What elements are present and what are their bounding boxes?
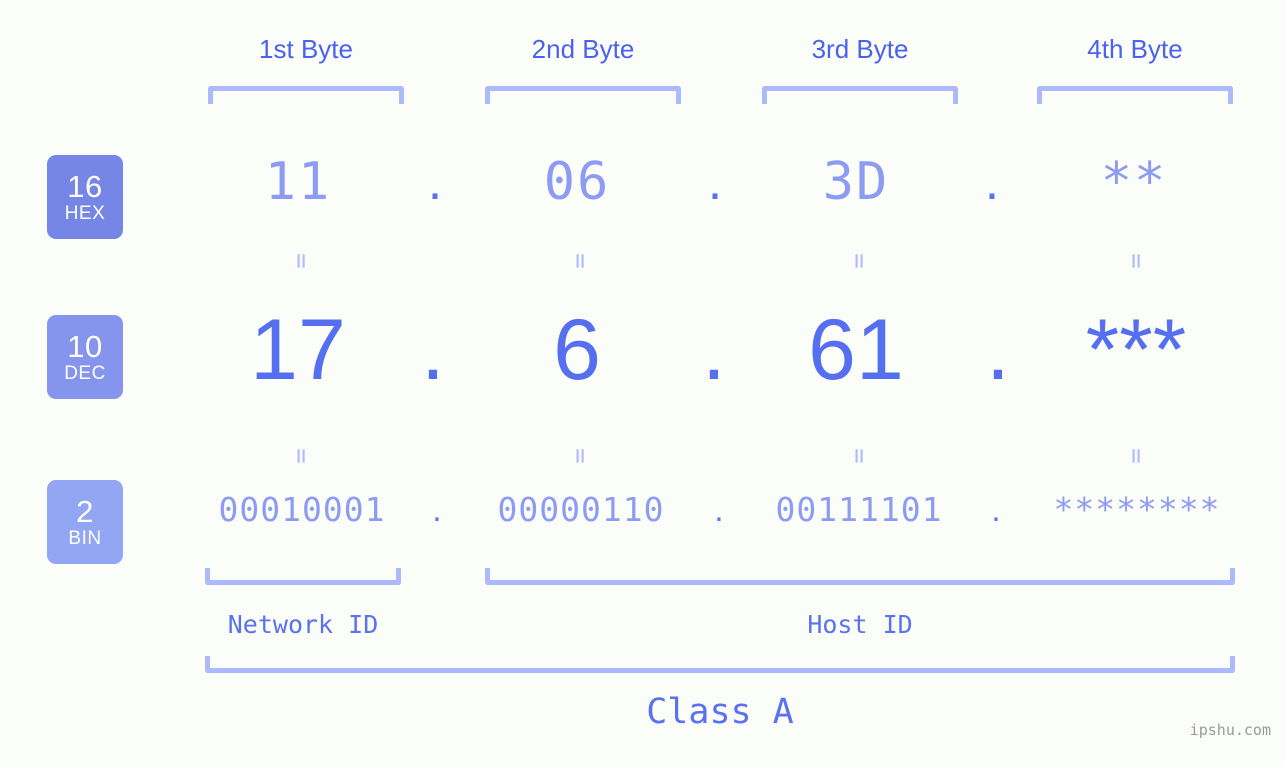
byte-bracket-3 xyxy=(762,86,958,104)
base-badge-dec-label: DEC xyxy=(64,363,106,384)
hex-separator-2: . xyxy=(707,153,723,211)
base-badge-dec: 10 DEC xyxy=(47,315,123,399)
class-bracket xyxy=(205,656,1235,673)
bin-value-byte-3: 00111101 xyxy=(775,490,943,529)
byte-bracket-2 xyxy=(485,86,681,104)
base-badge-hex-number: 16 xyxy=(67,169,103,204)
bin-separator-1: . xyxy=(432,491,442,528)
dec-separator-1: . xyxy=(421,302,445,398)
network-id-label: Network ID xyxy=(227,610,379,639)
base-badge-bin: 2 BIN xyxy=(47,480,123,564)
byte-bracket-1 xyxy=(208,86,404,104)
base-badge-hex-label: HEX xyxy=(64,203,106,224)
network-id-bracket xyxy=(205,568,401,585)
byte-header-3: 3rd Byte xyxy=(811,34,909,64)
byte-header-4: 4th Byte xyxy=(1087,34,1183,64)
base-badge-dec-number: 10 xyxy=(67,329,103,364)
byte-bracket-4 xyxy=(1037,86,1233,104)
bin-separator-3: . xyxy=(991,491,1001,528)
dec-separator-3: . xyxy=(986,302,1010,398)
hex-separator-1: . xyxy=(427,153,443,211)
bin-separator-2: . xyxy=(714,491,724,528)
base-badge-bin-number: 2 xyxy=(76,494,94,529)
bin-value-byte-2: 00000110 xyxy=(497,490,665,529)
base-badge-bin-label: BIN xyxy=(68,528,102,549)
host-id-bracket xyxy=(485,568,1235,585)
hex-separator-3: . xyxy=(984,153,1000,211)
dec-separator-2: . xyxy=(702,302,726,398)
byte-header-2: 2nd Byte xyxy=(531,34,635,64)
class-label: Class A xyxy=(646,692,794,732)
byte-header-1: 1st Byte xyxy=(259,34,353,64)
ip-breakdown-diagram: 16 HEX 10 DEC 2 BIN 1st Byte 2nd Byte 3r… xyxy=(0,0,1285,767)
bin-value-byte-4: ******** xyxy=(1053,490,1221,529)
host-id-label: Host ID xyxy=(807,610,913,639)
base-badge-hex: 16 HEX xyxy=(47,155,123,239)
watermark: ipshu.com xyxy=(1189,721,1271,739)
bin-value-byte-1: 00010001 xyxy=(218,490,386,529)
